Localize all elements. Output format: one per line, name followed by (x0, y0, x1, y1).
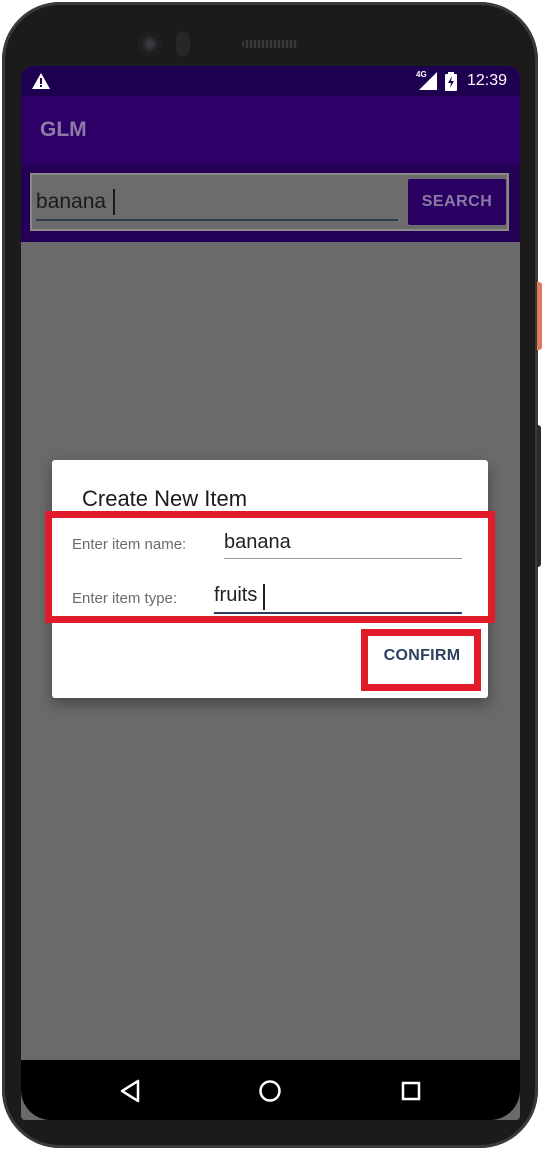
app-bar: GLM (21, 96, 520, 164)
search-input[interactable] (36, 185, 398, 221)
warning-icon (32, 73, 50, 89)
status-bar: 4G 12:39 (21, 66, 520, 96)
search-strip: SEARCH (21, 164, 520, 242)
recents-icon[interactable] (396, 1076, 426, 1106)
dialog-title: Create New Item (82, 486, 248, 511)
battery-charging-icon (445, 72, 457, 91)
app-title: GLM (40, 118, 87, 141)
earpiece-speaker (242, 40, 298, 48)
navigation-bar (21, 1060, 520, 1120)
search-panel: SEARCH (30, 173, 509, 231)
highlight-box-confirm (361, 629, 481, 691)
home-icon[interactable] (255, 1076, 285, 1106)
proximity-sensor (176, 31, 190, 57)
power-button (537, 282, 542, 350)
front-camera (138, 32, 162, 56)
text-cursor (113, 189, 115, 215)
volume-button (537, 425, 541, 567)
back-icon[interactable] (116, 1076, 146, 1106)
highlight-box-fields (45, 511, 495, 623)
status-clock: 12:39 (467, 72, 508, 89)
network-type-label: 4G (416, 70, 427, 79)
search-button[interactable]: SEARCH (408, 179, 506, 225)
